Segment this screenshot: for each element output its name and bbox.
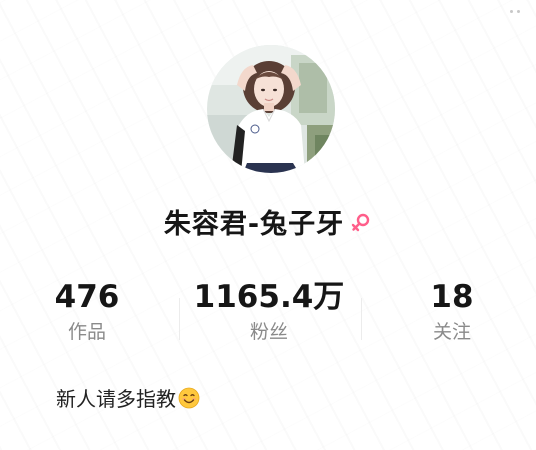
following-count: 18 [430, 279, 474, 315]
stat-followers[interactable]: 1165.4万 粉丝 [179, 278, 359, 344]
followers-label: 粉丝 [249, 321, 288, 343]
followers-count: 1165.4万 [193, 279, 345, 315]
smiling-face-emoji-icon [178, 387, 200, 408]
nickname: 朱容君-兔子牙 [163, 209, 345, 240]
bio-text: 新人请多指教 [56, 387, 176, 411]
works-label: 作品 [67, 321, 106, 343]
bio: 新人请多指教 [56, 383, 200, 412]
works-count: 476 [54, 279, 120, 315]
avatar[interactable] [207, 45, 335, 173]
following-label: 关注 [432, 321, 471, 343]
stat-works[interactable]: 476 作品 [0, 278, 177, 344]
more-dot-icon [517, 9, 520, 13]
female-gender-icon [351, 213, 370, 231]
stats-bar: 476 作品 1165.4万 粉丝 18 关注 [0, 278, 536, 350]
more-options-button[interactable] [504, 6, 526, 16]
avatar-photo [207, 45, 335, 173]
more-dot-icon [510, 9, 513, 13]
name-row: 朱容君-兔子牙 [0, 202, 536, 241]
stat-following[interactable]: 18 关注 [362, 278, 536, 344]
